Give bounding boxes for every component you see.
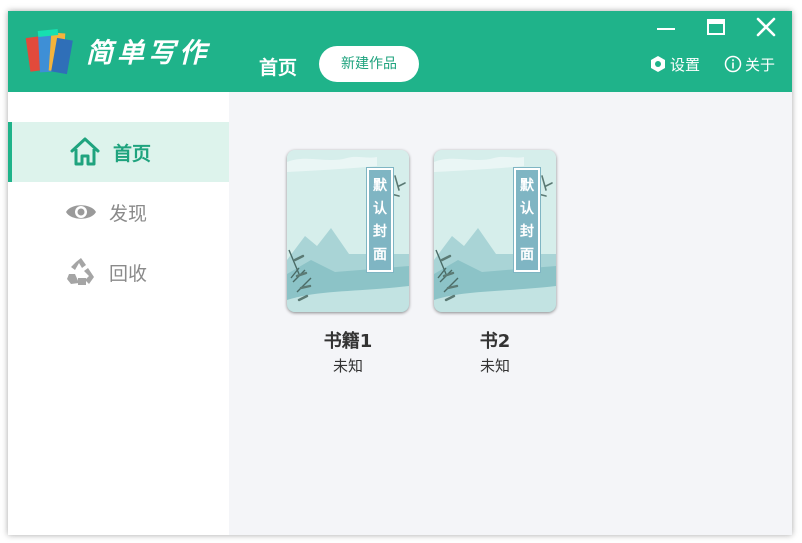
- book-author: 未知: [479, 357, 510, 375]
- sidebar-item-label: 首页: [113, 142, 152, 165]
- sidebar: 首页 发现 回收: [8, 92, 229, 535]
- cover-char: 面: [520, 246, 534, 263]
- sidebar-item-home[interactable]: 首页: [8, 122, 229, 182]
- minimize-icon[interactable]: [651, 15, 681, 39]
- app-window: 简单写作 首页 新建作品 设置 关于 首页 发现 回收 默 认 封 面 书籍1 …: [8, 11, 792, 535]
- main-content: 默 认 封 面 书籍1 未知 默 认 封 面 书2 未知: [229, 92, 792, 535]
- about-button[interactable]: 关于: [724, 53, 775, 75]
- book-card[interactable]: 默 认 封 面 书2 未知: [434, 150, 556, 376]
- sidebar-item-label: 回收: [109, 262, 148, 285]
- app-title: 简单写作: [86, 38, 210, 69]
- close-icon[interactable]: [751, 15, 781, 39]
- book-author: 未知: [332, 357, 363, 375]
- book-title: 书籍1: [323, 331, 373, 352]
- new-work-button[interactable]: 新建作品: [319, 46, 419, 82]
- cover-char: 默: [520, 177, 534, 194]
- home-icon: [69, 136, 101, 168]
- settings-icon: [651, 56, 665, 72]
- book-card[interactable]: 默 认 封 面 书籍1 未知: [287, 150, 409, 376]
- about-label: 关于: [745, 55, 776, 74]
- maximize-icon[interactable]: [701, 15, 731, 39]
- sidebar-item-label: 发现: [109, 202, 148, 225]
- cover-char: 封: [373, 223, 387, 240]
- cover-char: 认: [373, 200, 387, 217]
- cover-title-label: 默 认 封 面: [366, 167, 394, 273]
- settings-button[interactable]: 设置: [649, 53, 700, 75]
- settings-label: 设置: [670, 55, 701, 74]
- cover-char: 认: [520, 200, 534, 217]
- header-page-title: 首页: [259, 57, 298, 79]
- eye-icon: [65, 196, 97, 228]
- recycle-icon: [65, 256, 97, 288]
- app-logo: [25, 28, 73, 75]
- cover-char: 面: [373, 246, 387, 263]
- sidebar-item-recycle[interactable]: 回收: [8, 242, 229, 302]
- book-cover[interactable]: 默 认 封 面: [434, 150, 556, 312]
- cover-char: 封: [520, 223, 534, 240]
- sidebar-item-discover[interactable]: 发现: [8, 182, 229, 242]
- book-title: 书2: [479, 331, 511, 352]
- title-bar: 简单写作 首页 新建作品 设置 关于: [8, 11, 792, 92]
- cover-char: 默: [373, 177, 387, 194]
- info-icon: [724, 55, 742, 73]
- cover-title-label: 默 认 封 面: [513, 167, 541, 273]
- book-cover[interactable]: 默 认 封 面: [287, 150, 409, 312]
